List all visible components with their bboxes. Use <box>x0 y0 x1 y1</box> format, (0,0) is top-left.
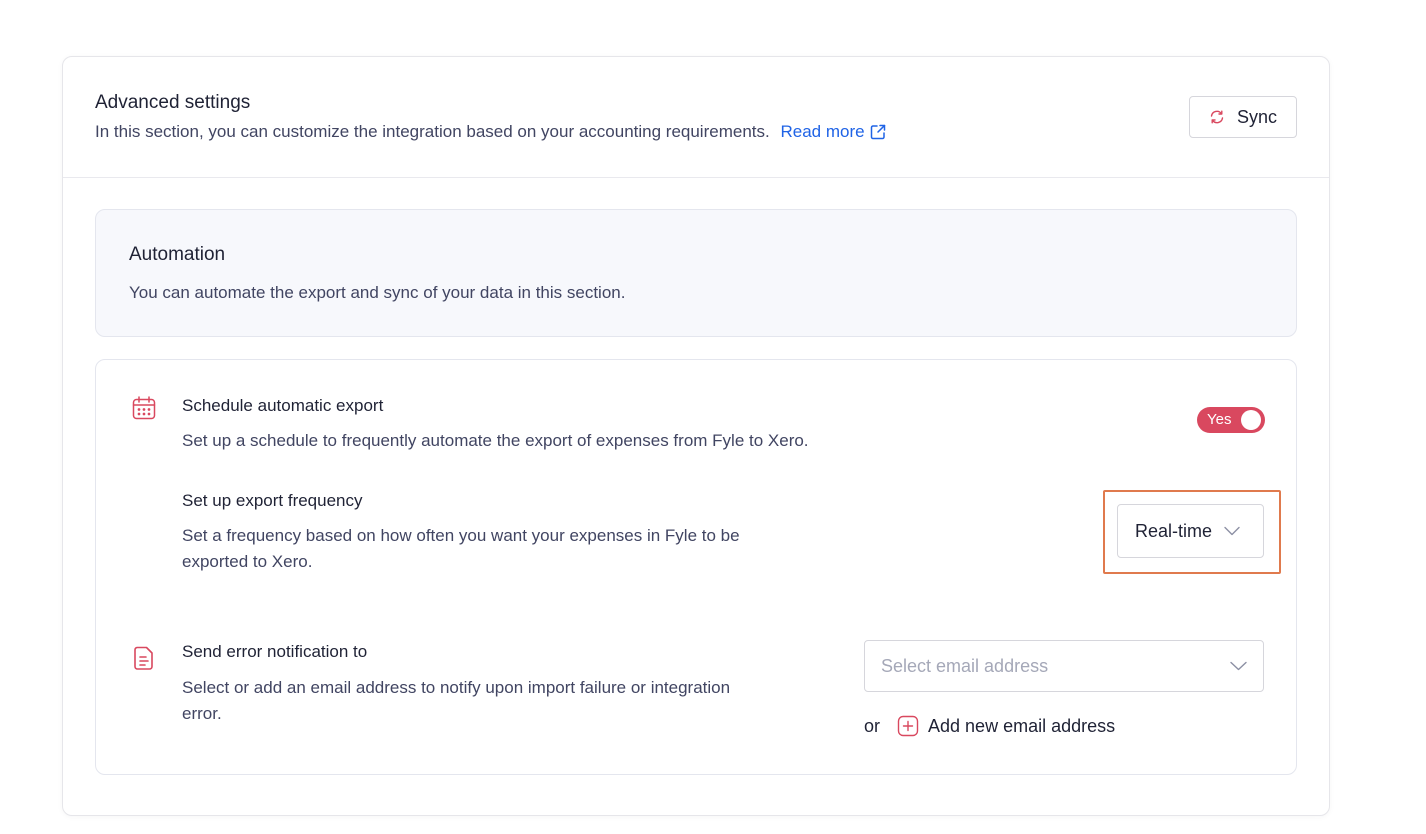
card-header: Advanced settings In this section, you c… <box>63 57 1329 178</box>
email-address-select[interactable]: Select email address <box>864 640 1264 692</box>
chevron-down-icon <box>1224 526 1240 536</box>
notification-description-line2: error. <box>182 704 222 723</box>
export-frequency-select[interactable]: Real-time <box>1117 504 1264 558</box>
page-subtitle-text: In this section, you can customize the i… <box>95 122 770 141</box>
read-more-label: Read more <box>780 122 865 141</box>
sync-icon <box>1210 110 1224 124</box>
export-frequency-value: Real-time <box>1135 520 1213 541</box>
add-email-row: or Add new email address <box>864 715 1115 737</box>
toggle-label: Yes <box>1207 411 1232 428</box>
add-new-email-label: Add new email address <box>928 715 1116 736</box>
automation-section: Automation You can automate the export a… <box>95 209 1297 337</box>
page-title: Advanced settings <box>95 92 251 113</box>
or-text: or <box>864 715 881 736</box>
external-link-icon <box>870 124 885 140</box>
email-select-placeholder: Select email address <box>881 655 1049 676</box>
page-subtitle: In this section, you can customize the i… <box>95 122 887 142</box>
calendar-icon <box>132 396 156 420</box>
sync-button-label: Sync <box>1236 106 1278 127</box>
add-new-email-button[interactable]: Add new email address <box>897 715 1115 737</box>
schedule-title: Schedule automatic export <box>182 396 384 415</box>
chevron-down-icon <box>1230 661 1247 671</box>
document-icon <box>134 646 153 670</box>
read-more-link[interactable]: Read more <box>780 122 886 142</box>
schedule-export-toggle[interactable]: Yes <box>1197 407 1265 433</box>
frequency-description-line2: exported to Xero. <box>182 552 313 571</box>
frequency-description: Set a frequency based on how often you w… <box>182 523 740 575</box>
frequency-title: Set up export frequency <box>182 491 363 510</box>
notification-title: Send error notification to <box>182 642 368 661</box>
automation-settings: Schedule automatic export Set up a sched… <box>95 359 1297 775</box>
document-icon-wrap <box>130 644 158 672</box>
frequency-description-line1: Set a frequency based on how often you w… <box>182 526 740 545</box>
automation-description: You can automate the export and sync of … <box>129 283 626 302</box>
sync-button[interactable]: Sync <box>1189 96 1297 138</box>
notification-description-line1: Select or add an email address to notify… <box>182 678 731 697</box>
schedule-description: Set up a schedule to frequently automate… <box>182 431 809 450</box>
advanced-settings-card: Advanced settings In this section, you c… <box>62 56 1330 816</box>
notification-description: Select or add an email address to notify… <box>182 675 730 727</box>
calendar-icon-wrap <box>130 394 158 422</box>
plus-square-icon <box>897 715 919 737</box>
toggle-knob <box>1241 410 1261 430</box>
automation-title: Automation <box>129 244 226 265</box>
